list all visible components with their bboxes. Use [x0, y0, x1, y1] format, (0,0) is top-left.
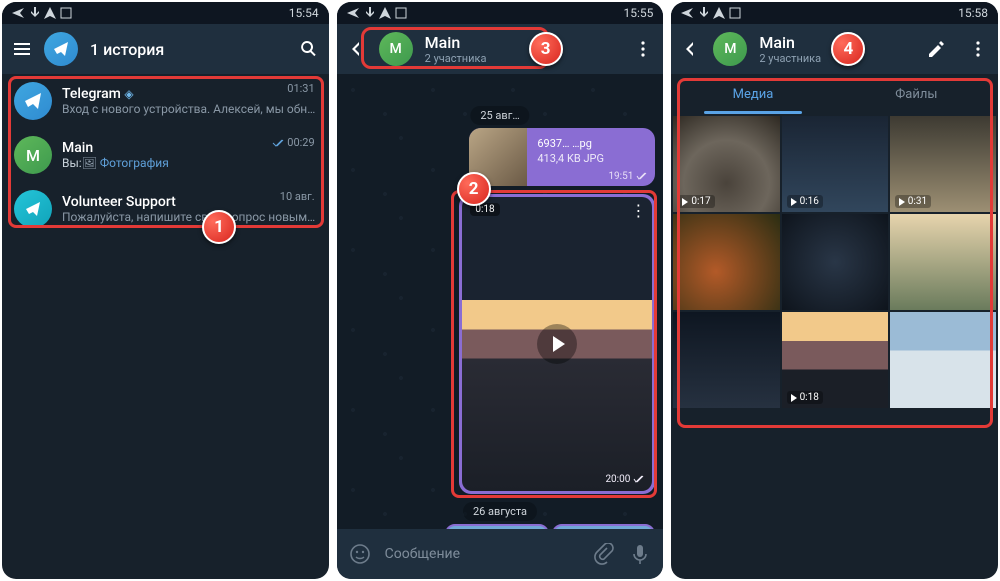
avatar: M: [14, 136, 52, 174]
media-cell[interactable]: [890, 312, 996, 408]
album-message[interactable]: [445, 524, 655, 529]
debug-icon: [60, 7, 72, 19]
nav-icon: [379, 7, 391, 19]
chat-list: Telegram ◈ Вход с нового устройства. Але…: [2, 74, 329, 579]
media-cell[interactable]: [673, 214, 779, 310]
nav-icon: [44, 7, 56, 19]
chat-preview: Вход с нового устройства. Алексей, мы об…: [62, 102, 317, 116]
media-cell[interactable]: [673, 312, 779, 408]
download-icon: [697, 7, 709, 19]
app-bar: M Main 2 участника: [337, 24, 664, 74]
media-cell[interactable]: [782, 214, 888, 310]
clock: 15:55: [623, 6, 653, 20]
app-bar: 1 история: [2, 24, 329, 74]
back-icon[interactable]: [681, 39, 701, 59]
read-checks-icon: [272, 137, 284, 149]
status-bar: 15:58: [671, 2, 998, 24]
media-cell[interactable]: [890, 214, 996, 310]
phone-conversation: 15:55 M Main 2 участника 25 авг… 6937… ……: [337, 2, 664, 579]
status-bar: 15:54: [2, 2, 329, 24]
chat-time: 10 авг.: [280, 190, 315, 203]
phone-chatlist: 15:54 1 история Telegram ◈ Вход с нового…: [2, 2, 329, 579]
media-cell[interactable]: 0:31: [890, 116, 996, 212]
video-menu-icon[interactable]: ⋮: [630, 201, 646, 220]
emoji-icon[interactable]: [349, 543, 371, 565]
chat-avatar[interactable]: M: [379, 32, 413, 66]
file-name: 6937… …pg: [537, 136, 604, 151]
video-message[interactable]: 0:18 ⋮ 20:00: [459, 194, 655, 494]
phone-media: 15:58 M Main 2 участника Медиа Файлы 0:1…: [671, 2, 998, 579]
attach-icon[interactable]: [593, 543, 615, 565]
download-icon: [28, 7, 40, 19]
app-avatar: [44, 32, 78, 66]
debug-icon: [395, 7, 407, 19]
chat-row[interactable]: M Main Вы:🖼 Фотография 00:29: [2, 128, 329, 182]
send-icon: [12, 7, 24, 19]
menu-icon[interactable]: [12, 39, 32, 59]
step-badge: 2: [457, 172, 491, 206]
play-icon[interactable]: [537, 324, 577, 364]
chat-row[interactable]: Volunteer Support Пожалуйста, напишите с…: [2, 182, 329, 236]
chat-row[interactable]: Telegram ◈ Вход с нового устройства. Але…: [2, 74, 329, 128]
download-icon: [363, 7, 375, 19]
search-icon[interactable]: [299, 39, 319, 59]
send-icon: [347, 7, 359, 19]
media-cell[interactable]: 0:16: [782, 116, 888, 212]
date-chip: 25 авг…: [470, 106, 529, 125]
date-chip: 26 августа: [463, 502, 537, 521]
clock: 15:54: [289, 6, 319, 20]
send-icon: [681, 7, 693, 19]
msg-time: 20:00: [605, 474, 644, 485]
chat-header[interactable]: Main 2 участника: [759, 33, 821, 65]
debug-icon: [729, 7, 741, 19]
status-bar: 15:55: [337, 2, 664, 24]
media-grid: 0:17 0:16 0:31 0:18: [671, 114, 998, 579]
nav-icon: [713, 7, 725, 19]
file-meta: 413,4 KB JPG: [537, 151, 604, 166]
mic-icon[interactable]: [629, 543, 651, 565]
file-message[interactable]: 6937… …pg 413,4 KB JPG 19:51: [469, 128, 655, 186]
edit-icon[interactable]: [926, 39, 946, 59]
chat-avatar[interactable]: M: [713, 32, 747, 66]
step-badge: 3: [529, 32, 563, 66]
msg-time: 19:51: [608, 171, 647, 182]
tab-files[interactable]: Файлы: [835, 74, 998, 114]
avatar: [14, 190, 52, 228]
media-tabs: Медиа Файлы: [671, 74, 998, 114]
page-title: 1 история: [90, 40, 164, 59]
chat-time: 01:31: [287, 82, 314, 95]
back-icon[interactable]: [347, 39, 367, 59]
more-icon[interactable]: [968, 39, 988, 59]
more-icon[interactable]: [633, 39, 653, 59]
media-cell[interactable]: 0:17: [673, 116, 779, 212]
chat-time: 00:29: [272, 136, 314, 149]
media-cell[interactable]: 0:18: [782, 312, 888, 408]
message-input-bar: Сообщение: [337, 529, 664, 579]
chat-preview: Пожалуйста, напишите свой вопрос новым с…: [62, 210, 317, 224]
clock: 15:58: [958, 6, 988, 20]
avatar: [14, 82, 52, 120]
message-input[interactable]: Сообщение: [385, 546, 580, 562]
step-badge: 1: [202, 210, 236, 244]
chat-header[interactable]: Main 2 участника: [425, 33, 487, 65]
chat-body[interactable]: 25 авг… 6937… …pg 413,4 KB JPG 19:51 0:1…: [337, 74, 664, 529]
tab-media[interactable]: Медиа: [671, 74, 834, 114]
